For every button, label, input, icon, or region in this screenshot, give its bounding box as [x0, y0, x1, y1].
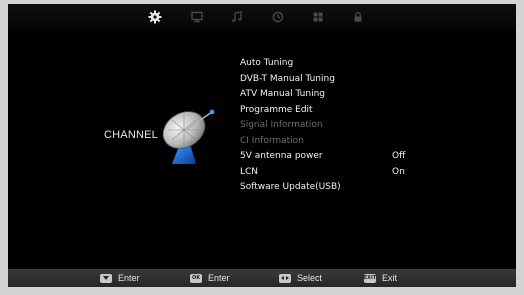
tab-time[interactable] — [270, 9, 286, 25]
menu-item-label: LCN — [240, 166, 259, 177]
grid-icon — [313, 12, 323, 22]
menu-item-auto-tuning[interactable]: Auto Tuning — [240, 56, 510, 72]
menu-item-signal-information: Signal Information — [240, 118, 510, 134]
music-note-icon — [232, 11, 242, 22]
hint-label: Select — [297, 273, 323, 283]
exit-key-icon: EXIT — [363, 273, 377, 283]
menu-item-value: On — [392, 166, 405, 177]
lock-icon — [354, 11, 362, 22]
ok-key-icon: OK — [190, 273, 202, 283]
hint-exit: EXIT Exit — [364, 272, 397, 284]
channel-menu: Auto Tuning DVB-T Manual Tuning ATV Manu… — [240, 56, 510, 196]
menu-item-label: CI Information — [240, 135, 304, 146]
tv-screen: CHANNEL Auto Tuning DVB-T Manual Tuning … — [8, 4, 516, 287]
menu-item-5v-antenna-power[interactable]: 5V antenna power Off — [240, 149, 510, 165]
clock-icon — [272, 11, 284, 23]
menu-item-ci-information: CI Information — [240, 134, 510, 150]
hint-enter-down: Enter — [100, 272, 140, 284]
menu-item-dvbt-manual-tuning[interactable]: DVB-T Manual Tuning — [240, 72, 510, 88]
hint-label: Enter — [118, 273, 140, 283]
menu-item-atv-manual-tuning[interactable]: ATV Manual Tuning — [240, 87, 510, 103]
section-title: CHANNEL — [104, 129, 158, 141]
tab-picture[interactable] — [189, 9, 205, 25]
hint-label: Enter — [208, 273, 230, 283]
key-hint-bar: Enter OK Enter Select EXIT Exit — [8, 269, 516, 287]
menu-item-programme-edit[interactable]: Programme Edit — [240, 103, 510, 119]
hint-label: Exit — [382, 273, 398, 283]
tab-lock[interactable] — [350, 9, 366, 25]
gear-icon — [148, 10, 162, 24]
monitor-icon — [191, 11, 203, 23]
menu-item-label: Auto Tuning — [240, 58, 294, 68]
satellite-dish-icon — [156, 100, 220, 170]
hint-select: Select — [279, 272, 322, 284]
menu-item-label: 5V antenna power — [240, 151, 323, 161]
menu-item-label: Signal Information — [240, 120, 323, 130]
menu-tab-bar — [8, 4, 516, 30]
left-right-key-icon — [279, 273, 291, 283]
tab-option[interactable] — [310, 9, 326, 25]
hint-enter-ok: OK Enter — [190, 272, 230, 284]
menu-item-label: Software Update(USB) — [240, 182, 341, 192]
tab-channel[interactable] — [147, 9, 163, 25]
menu-item-value: Off — [392, 151, 406, 161]
down-arrow-key-icon — [100, 273, 112, 283]
menu-item-label: DVB-T Manual Tuning — [240, 73, 335, 84]
menu-item-lcn[interactable]: LCN On — [240, 165, 510, 181]
menu-item-software-update-usb[interactable]: Software Update(USB) — [240, 180, 510, 196]
menu-item-label: ATV Manual Tuning — [240, 89, 325, 99]
menu-item-label: Programme Edit — [240, 104, 313, 115]
tab-sound[interactable] — [229, 9, 245, 25]
